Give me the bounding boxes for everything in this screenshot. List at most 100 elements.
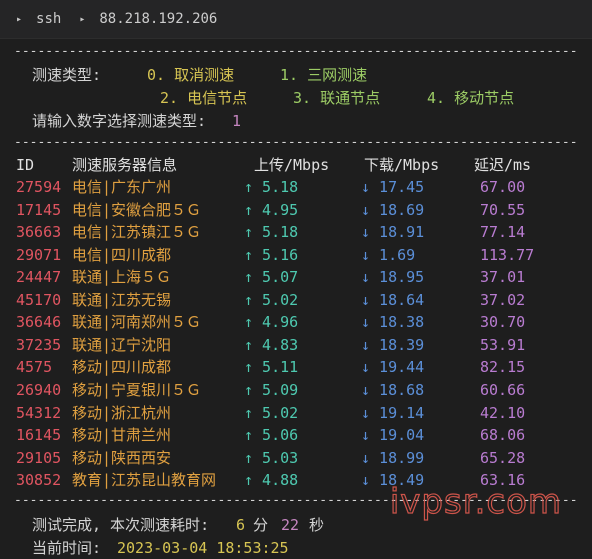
footer-minute-unit: 分 xyxy=(253,516,269,534)
row-download: ↓ 19.04 xyxy=(361,426,425,445)
row-id: 26940 xyxy=(16,380,62,399)
table-header: ID 测速服务器信息 上传/Mbps 下载/Mbps 延迟/ms xyxy=(0,154,592,177)
table-row: 4575 移动|四川成都 ↑ 5.11 ↓ 19.44 82.15 xyxy=(0,356,592,379)
table-row: 16145 移动|甘肃兰州 ↑ 5.06 ↓ 19.04 68.06 xyxy=(0,424,592,447)
menu-option-1: 1. 三网测速 xyxy=(280,66,368,84)
table-row: 24447 联通|上海５Ｇ ↑ 5.07 ↓ 18.95 37.01 xyxy=(0,266,592,289)
table-row: 37235 联通|辽宁沈阳 ↑ 4.83 ↓ 18.39 53.91 xyxy=(0,334,592,357)
row-server: 移动|浙江杭州 xyxy=(72,403,172,422)
row-id: 4575 xyxy=(16,358,53,377)
row-latency: 77.14 xyxy=(480,223,526,242)
menu-option-0: 0. 取消测速 xyxy=(147,66,235,84)
row-latency: 53.91 xyxy=(480,335,526,354)
row-id: 54312 xyxy=(16,403,62,422)
row-server: 移动|甘肃兰州 xyxy=(72,426,172,445)
row-download: ↓ 18.99 xyxy=(361,448,425,467)
separator-line: ----------------------------------------… xyxy=(14,135,578,150)
row-latency: 42.10 xyxy=(480,403,526,422)
host-address: 88.218.192.206 xyxy=(99,11,218,27)
table-row: 29105 移动|陕西西安 ↑ 5.03 ↓ 18.99 65.28 xyxy=(0,447,592,470)
row-latency: 113.77 xyxy=(480,245,535,264)
table-row: 45170 联通|江苏无锡 ↑ 5.02 ↓ 18.64 37.02 xyxy=(0,289,592,312)
footer-time-label: 当前时间: xyxy=(32,539,102,557)
footer-minutes: 6 xyxy=(236,516,246,534)
row-upload: ↑ 5.07 xyxy=(244,268,299,287)
row-id: 17145 xyxy=(16,200,62,219)
watermark-logo: ivpsr.com xyxy=(389,481,562,522)
menu-prompt: 请输入数字选择测速类型: xyxy=(32,112,207,130)
menu-line-1: 测速类型: xyxy=(32,64,101,86)
row-id: 36646 xyxy=(16,313,62,332)
header-upload: 上传/Mbps xyxy=(254,156,330,174)
row-id: 16145 xyxy=(16,426,62,445)
row-id: 45170 xyxy=(16,290,62,309)
table-row: 17145 电信|安徽合肥５Ｇ ↑ 4.95 ↓ 18.69 70.55 xyxy=(0,199,592,222)
row-id: 29105 xyxy=(16,448,62,467)
table-row: 36663 电信|江苏镇江５Ｇ ↑ 5.18 ↓ 18.91 77.14 xyxy=(0,221,592,244)
row-download: ↓ 17.45 xyxy=(361,178,425,196)
row-latency: 82.15 xyxy=(480,358,526,377)
table-row: 54312 移动|浙江杭州 ↑ 5.02 ↓ 19.14 42.10 xyxy=(0,402,592,425)
row-download: ↓ 18.91 xyxy=(361,223,425,242)
row-download: ↓ 18.69 xyxy=(361,200,425,219)
row-latency: 70.55 xyxy=(480,200,526,219)
footer-second-unit: 秒 xyxy=(309,516,325,534)
row-server: 联通|辽宁沈阳 xyxy=(72,335,172,354)
row-upload: ↑ 4.96 xyxy=(244,313,299,332)
menu-option-4: 4. 移动节点 xyxy=(427,89,515,107)
row-download: ↓ 1.69 xyxy=(361,245,416,264)
separator-line: ----------------------------------------… xyxy=(14,44,578,59)
row-upload: ↑ 5.11 xyxy=(244,358,299,377)
row-upload: ↑ 4.95 xyxy=(244,200,299,219)
row-server: 联通|河南郑州５Ｇ xyxy=(72,313,202,332)
row-latency: 68.06 xyxy=(480,426,526,445)
row-id: 24447 xyxy=(16,268,62,287)
row-upload: ↑ 5.03 xyxy=(244,448,299,467)
header-server: 测速服务器信息 xyxy=(72,156,178,174)
row-upload: ↑ 5.02 xyxy=(244,290,299,309)
terminal-titlebar: ▸ ssh ▸ 88.218.192.206 xyxy=(0,0,592,39)
row-upload: ↑ 5.16 xyxy=(244,245,299,264)
row-latency: 30.70 xyxy=(480,313,526,332)
row-server: 电信|广东广州 xyxy=(72,178,172,196)
row-download: ↓ 19.44 xyxy=(361,358,425,377)
row-id: 29071 xyxy=(16,245,62,264)
row-latency: 37.01 xyxy=(480,268,526,287)
row-latency: 60.66 xyxy=(480,380,526,399)
menu-option-3: 3. 联通节点 xyxy=(293,89,381,107)
table-row: 36646 联通|河南郑州５Ｇ ↑ 4.96 ↓ 18.38 30.70 xyxy=(0,311,592,334)
row-id: 37235 xyxy=(16,335,62,354)
row-server: 电信|四川成都 xyxy=(72,245,172,264)
row-id: 27594 xyxy=(16,178,62,196)
row-download: ↓ 18.38 xyxy=(361,313,425,332)
row-download: ↓ 18.39 xyxy=(361,335,425,354)
row-download: ↓ 18.68 xyxy=(361,380,425,399)
terminal-output[interactable]: ----------------------------------------… xyxy=(0,38,592,558)
row-upload: ↑ 5.02 xyxy=(244,403,299,422)
footer-done-label: 测试完成, 本次测速耗时: xyxy=(32,516,210,534)
row-download: ↓ 19.14 xyxy=(361,403,425,422)
play-icon[interactable]: ▸ xyxy=(16,14,22,25)
row-download: ↓ 18.64 xyxy=(361,290,425,309)
row-upload: ↑ 5.09 xyxy=(244,380,299,399)
row-server: 电信|安徽合肥５Ｇ xyxy=(72,200,202,219)
row-id: 36663 xyxy=(16,223,62,242)
row-upload: ↑ 5.18 xyxy=(244,223,299,242)
row-server: 教育|江苏昆山教育网 xyxy=(72,471,217,490)
row-download: ↓ 18.95 xyxy=(361,268,425,287)
footer-time-value: 2023-03-04 18:53:25 xyxy=(117,539,289,557)
table-row: 27594 电信|广东广州 ↑ 5.18 ↓ 17.45 67.00 xyxy=(0,176,592,199)
play-icon[interactable]: ▸ xyxy=(79,14,85,25)
menu-label: 测速类型: xyxy=(32,66,102,84)
row-server: 移动|陕西西安 xyxy=(72,448,172,467)
row-server: 移动|四川成都 xyxy=(72,358,172,377)
header-download: 下载/Mbps xyxy=(364,156,440,174)
row-latency: 65.28 xyxy=(480,448,526,467)
row-latency: 67.00 xyxy=(480,178,526,196)
header-id: ID xyxy=(16,156,35,174)
table-row: 26940 移动|宁夏银川５Ｇ ↑ 5.09 ↓ 18.68 60.66 xyxy=(0,379,592,402)
row-server: 移动|宁夏银川５Ｇ xyxy=(72,380,202,399)
table-row: 29071 电信|四川成都 ↑ 5.16 ↓ 1.69 113.77 xyxy=(0,244,592,267)
menu-choice: 1 xyxy=(232,112,242,130)
row-upload: ↑ 4.88 xyxy=(244,471,299,490)
